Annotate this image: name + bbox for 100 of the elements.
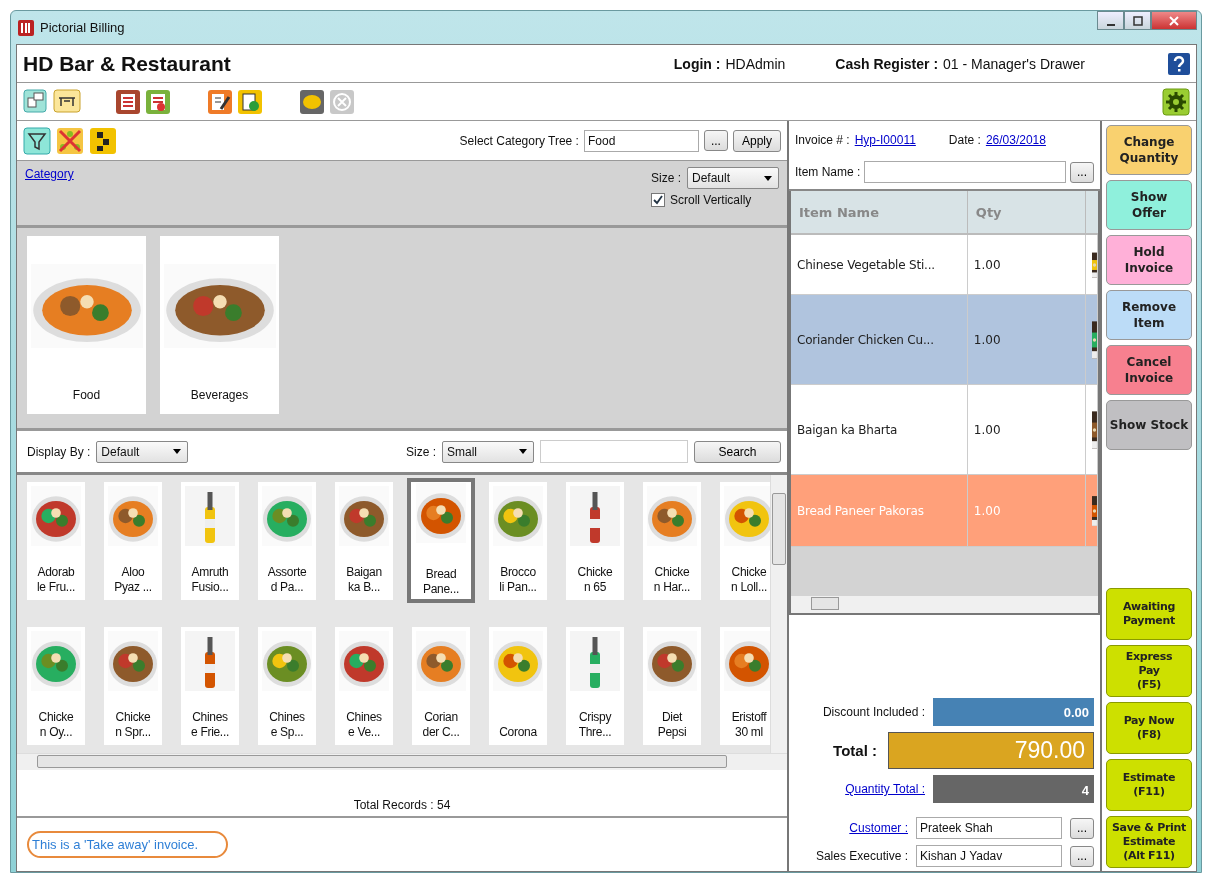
close-button[interactable] <box>1151 11 1197 30</box>
category-link[interactable]: Category <box>25 167 74 219</box>
action-button[interactable]: Show Stock <box>1106 400 1192 450</box>
dropdown[interactable]: Default <box>687 167 779 189</box>
coin-icon[interactable] <box>299 88 327 115</box>
item-name: Aloo Pyaz ... <box>114 565 152 595</box>
register-value: 01 - Manager's Drawer <box>943 55 1085 72</box>
window-title: Pictorial Billing <box>40 20 126 35</box>
maximize-button[interactable] <box>1124 11 1151 30</box>
action-button[interactable]: Pay Now (F8) <box>1106 702 1192 754</box>
document-icon[interactable] <box>115 88 143 115</box>
table-cell: Bread Paneer Pakoras <box>791 475 968 546</box>
item-tile[interactable]: Chicke n 65 <box>566 482 624 600</box>
customer-link[interactable]: Customer : <box>849 821 908 835</box>
document-icon[interactable] <box>237 88 265 115</box>
settings-icon[interactable] <box>1162 87 1190 116</box>
item-name: Eristoff 30 ml <box>731 710 767 740</box>
category-tile[interactable]: Food <box>27 236 146 414</box>
table-icon[interactable] <box>53 88 81 115</box>
item-tile[interactable]: Eristoff 30 ml <box>720 627 770 745</box>
invoice-number-label: Invoice # : <box>795 133 850 147</box>
action-button[interactable]: Awaiting Payment <box>1106 588 1192 640</box>
edit-icon[interactable] <box>207 88 235 115</box>
item-name: Brocco li Pan... <box>499 565 537 595</box>
item-tile[interactable]: Chines e Ve... <box>335 627 393 745</box>
item-name: Chicke n Har... <box>653 565 691 595</box>
item-name-field[interactable] <box>864 161 1066 183</box>
invoice-number-link[interactable]: Hyp-I00011 <box>854 133 916 147</box>
item-name: Corona <box>499 725 537 740</box>
item-tile[interactable]: Crispy Thre... <box>566 627 624 745</box>
action-button[interactable]: Save & Print Estimate (Alt F11) <box>1106 816 1192 868</box>
hierarchy-icon[interactable] <box>89 126 117 155</box>
item-tile[interactable]: Corian der C... <box>412 627 470 745</box>
action-button[interactable]: Estimate (F11) <box>1106 759 1192 811</box>
network-icon[interactable] <box>56 126 84 155</box>
action-button[interactable]: Remove Item <box>1106 290 1192 340</box>
action-button[interactable]: Hold Invoice <box>1106 235 1192 285</box>
item-tile[interactable]: Chicke n Oy... <box>27 627 85 745</box>
item-tile[interactable]: Adorab le Fru... <box>27 482 85 600</box>
item-name: Amruth Fusio... <box>191 565 229 595</box>
help-icon[interactable] <box>1168 52 1190 75</box>
item-name: Chines e Ve... <box>346 710 382 740</box>
browse-button[interactable]: ... <box>1070 817 1094 839</box>
action-button[interactable]: Change Quantity <box>1106 125 1192 175</box>
caret-icon <box>519 449 527 454</box>
document-icon[interactable] <box>145 88 173 115</box>
action-button[interactable]: Show Offer <box>1106 180 1192 230</box>
apply-button[interactable]: Apply <box>732 129 781 152</box>
item-name-label: Item Name : <box>795 165 861 179</box>
input-field[interactable]: Prateek Shah <box>916 817 1062 839</box>
action-button[interactable]: Cancel Invoice <box>1106 345 1192 395</box>
browse-button[interactable]: ... <box>1070 845 1094 867</box>
discount-value: 0.00 <box>933 698 1094 726</box>
dropdown[interactable]: Small <box>442 440 534 463</box>
quantity-total-link[interactable]: Quantity Total : <box>845 782 925 796</box>
browse-button[interactable]: ... <box>703 130 728 151</box>
item-tile[interactable]: Baigan ka B... <box>335 482 393 600</box>
close-icon <box>1169 15 1179 26</box>
item-tile[interactable]: Assorte d Pa... <box>258 482 316 600</box>
sales-executive-label: Sales Executive : <box>815 849 908 863</box>
filter-icon[interactable] <box>23 126 51 155</box>
item-tile[interactable]: Chines e Frie... <box>181 627 239 745</box>
total-label: Total : <box>833 742 877 759</box>
item-tile[interactable]: Diet Pepsi <box>643 627 701 745</box>
date-label: Date : <box>948 133 981 147</box>
input-field[interactable]: Kishan J Yadav <box>916 845 1062 867</box>
search-button[interactable]: Search <box>694 440 781 463</box>
minimize-icon <box>1106 23 1115 26</box>
table-row[interactable]: Baigan ka Bharta 1.00 <box>791 385 1098 475</box>
item-tile[interactable]: Corona <box>489 627 547 745</box>
caret-icon <box>764 175 772 181</box>
table-cell: 1.00 <box>967 295 1087 384</box>
checkbox[interactable] <box>651 193 665 207</box>
item-tile[interactable]: Amruth Fusio... <box>181 482 239 600</box>
item-name: Chicke n Loll... <box>731 565 767 595</box>
browse-button[interactable]: ... <box>1070 161 1094 183</box>
dropdown[interactable]: Default <box>96 440 189 463</box>
business-name: HD Bar & Restaurant <box>23 51 232 76</box>
item-tile[interactable]: Chicke n Har... <box>643 482 701 600</box>
item-name: Diet Pepsi <box>657 710 687 740</box>
login-label: Login : <box>673 55 721 72</box>
minimize-button[interactable] <box>1097 11 1124 30</box>
item-tile[interactable]: Brocco li Pan... <box>489 482 547 600</box>
item-tile[interactable]: Aloo Pyaz ... <box>104 482 162 600</box>
category-tile[interactable]: Beverages <box>160 236 279 414</box>
scrollbar[interactable] <box>17 753 787 770</box>
date-link[interactable]: 26/03/2018 <box>985 133 1046 147</box>
item-tile[interactable]: Chicke n Spr... <box>104 627 162 745</box>
scrollbar[interactable] <box>791 596 1098 613</box>
action-button[interactable]: Express Pay (F5) <box>1106 645 1192 697</box>
table-row[interactable]: Coriander Chicken Cu... 1.00 <box>791 295 1098 385</box>
scrollbar[interactable] <box>770 475 787 753</box>
login-value: HDAdmin <box>725 55 786 72</box>
discount-label: Discount Included : <box>822 705 925 719</box>
item-tile[interactable]: Chines e Sp... <box>258 627 316 745</box>
item-name: Crispy Thre... <box>578 710 612 740</box>
search-field[interactable] <box>540 440 688 463</box>
item-tile[interactable]: Bread Pane... <box>407 478 475 603</box>
input-field[interactable]: Food <box>583 129 699 152</box>
item-tile[interactable]: Chicke n Loll... <box>720 482 770 600</box>
